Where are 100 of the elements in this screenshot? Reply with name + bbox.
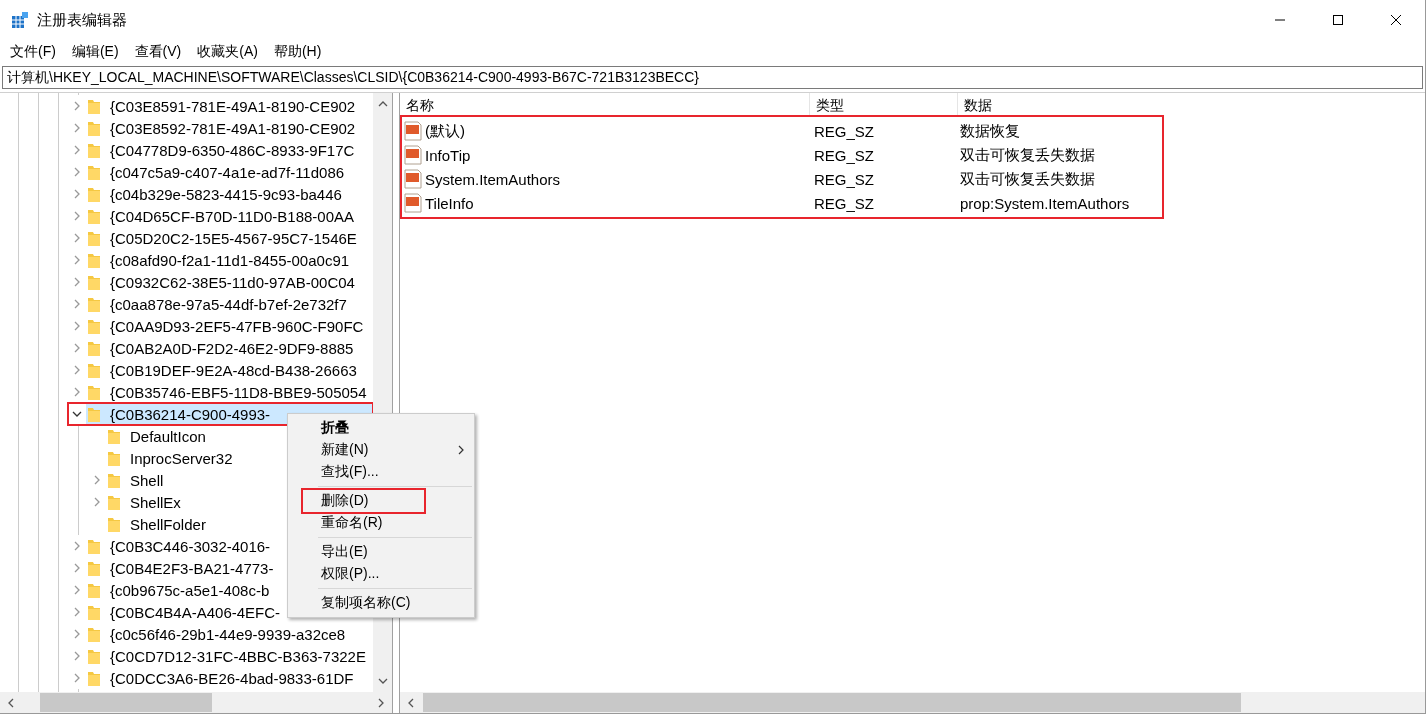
value-name[interactable]: (默认) xyxy=(425,121,465,141)
scroll-up-icon[interactable] xyxy=(377,101,388,107)
tree-item[interactable]: {c047c5a9-c407-4a1e-ad7f-11d086 xyxy=(110,163,345,181)
tree-item[interactable]: {C04D65CF-B70D-11D0-B188-00AA xyxy=(110,207,354,225)
tree-item[interactable]: {C0AB2A0D-F2D2-46E2-9DF9-8885 xyxy=(110,339,354,357)
expand-icon[interactable] xyxy=(73,629,81,639)
expand-icon[interactable] xyxy=(73,607,81,617)
tree-item[interactable]: {C0B4E2F3-BA21-4773- xyxy=(110,559,274,577)
menu-item[interactable]: 查看(V) xyxy=(126,43,190,61)
tree-item[interactable]: {C0AA9D93-2EF5-47FB-960C-F90FC xyxy=(110,317,364,335)
value-type: REG_SZ xyxy=(814,146,875,164)
expand-icon[interactable] xyxy=(73,387,81,397)
menu-item[interactable]: 新建(N) xyxy=(321,439,369,461)
scroll-right-icon[interactable] xyxy=(378,697,384,708)
menu-item[interactable]: 编辑(E) xyxy=(63,43,127,61)
scroll-thumb[interactable] xyxy=(423,693,1241,712)
menu-item[interactable]: 重命名(R) xyxy=(321,512,383,534)
column-header[interactable]: 数据 xyxy=(958,93,1425,117)
menu-item[interactable]: 导出(E) xyxy=(321,541,368,563)
folder-icon xyxy=(87,339,101,357)
value-name[interactable]: InfoTip xyxy=(425,146,471,164)
folder-icon xyxy=(87,185,101,203)
scroll-thumb[interactable] xyxy=(40,693,212,712)
expand-icon[interactable] xyxy=(73,299,81,309)
column-header[interactable]: 名称 xyxy=(400,93,810,117)
tree-item[interactable]: DefaultIcon xyxy=(130,427,206,445)
expand-icon[interactable] xyxy=(73,189,81,199)
folder-icon xyxy=(87,361,101,379)
expand-icon[interactable] xyxy=(93,497,101,507)
tree-item[interactable]: {c0b9675c-a5e1-408c-b xyxy=(110,581,270,599)
value-name[interactable]: System.ItemAuthors xyxy=(425,170,561,188)
menu-item[interactable]: 删除(D) xyxy=(303,490,425,512)
value-data: prop:System.ItemAuthors xyxy=(960,194,1131,212)
folder-icon xyxy=(87,97,101,115)
expand-icon[interactable] xyxy=(73,321,81,331)
folder-icon xyxy=(107,449,121,467)
folder-icon xyxy=(87,669,101,687)
expand-icon[interactable] xyxy=(73,167,81,177)
expand-icon[interactable] xyxy=(73,123,81,133)
expand-icon[interactable] xyxy=(73,145,81,155)
close-icon xyxy=(1390,14,1402,26)
folder-icon xyxy=(87,119,101,137)
folder-icon xyxy=(107,515,121,533)
tree-item[interactable]: {C0B35746-EBF5-11D8-BBE9-505054 xyxy=(110,383,367,401)
expand-icon[interactable] xyxy=(73,277,81,287)
tree-item[interactable]: Shell xyxy=(130,471,164,489)
tree-item[interactable]: {C03E8591-781E-49A1-8190-CE902 xyxy=(110,97,356,115)
tree-item[interactable]: {c04b329e-5823-4415-9c93-ba446 xyxy=(110,185,342,203)
expand-icon[interactable] xyxy=(73,651,81,661)
expand-icon[interactable] xyxy=(73,585,81,595)
expand-icon[interactable] xyxy=(73,365,81,375)
expand-icon[interactable] xyxy=(93,475,101,485)
expand-icon[interactable] xyxy=(73,255,81,265)
tree-item[interactable]: {C0B3C446-3032-4016- xyxy=(110,537,271,555)
folder-icon xyxy=(107,427,121,445)
scroll-left-icon[interactable] xyxy=(408,697,414,708)
scroll-left-icon[interactable] xyxy=(8,697,14,708)
tree-item[interactable]: {C0B19DEF-9E2A-48cd-B438-26663 xyxy=(110,361,357,379)
menu-item[interactable]: 折叠 xyxy=(321,417,349,439)
tree-item[interactable]: {C03E8592-781E-49A1-8190-CE902 xyxy=(110,119,356,137)
string-value-icon xyxy=(404,121,422,141)
tree-item[interactable]: {C04778D9-6350-486C-8933-9F17C xyxy=(110,141,355,159)
column-header[interactable]: 类型 xyxy=(810,93,958,117)
scroll-down-icon[interactable] xyxy=(377,678,388,684)
menu-item[interactable]: 权限(P)... xyxy=(321,563,380,585)
tree-item[interactable]: {C0932C62-38E5-11d0-97AB-00C04 xyxy=(110,273,355,291)
expand-icon[interactable] xyxy=(73,101,81,111)
folder-icon xyxy=(87,141,101,159)
collapse-icon[interactable] xyxy=(72,410,82,418)
menu-item[interactable]: 文件(F) xyxy=(2,43,64,61)
folder-icon xyxy=(87,251,101,269)
expand-icon[interactable] xyxy=(73,233,81,243)
menu-item[interactable]: 复制项名称(C) xyxy=(321,592,411,614)
tree-item[interactable]: {C0CD7D12-31FC-4BBC-B363-7322E xyxy=(110,647,366,665)
tree-item[interactable]: {C0BC4B4A-A406-4EFC- xyxy=(110,603,281,621)
expand-icon[interactable] xyxy=(73,211,81,221)
address-field[interactable]: 计算机\HKEY_LOCAL_MACHINE\SOFTWARE\Classes\CLSID\{C0B36214-C900-4993-B67C-721B3123BECC} xyxy=(2,66,1423,89)
value-name[interactable]: TileInfo xyxy=(425,194,474,212)
menu-item[interactable]: 查找(F)... xyxy=(321,461,379,483)
expand-icon[interactable] xyxy=(73,343,81,353)
value-data: 双击可恢复丢失数据 xyxy=(960,145,1096,165)
value-type: REG_SZ xyxy=(814,194,875,212)
folder-icon xyxy=(87,317,101,335)
menu-item[interactable]: 帮助(H) xyxy=(265,43,330,61)
tree-item[interactable]: InprocServer32 xyxy=(130,449,233,467)
tree-item[interactable]: {C0DCC3A6-BE26-4bad-9833-61DF xyxy=(110,669,354,687)
tree-item[interactable]: ShellFolder xyxy=(130,515,206,533)
expand-icon[interactable] xyxy=(73,541,81,551)
tree-item[interactable]: {c08afd90-f2a1-11d1-8455-00a0c91 xyxy=(110,251,350,269)
horizontal-scrollbar[interactable] xyxy=(400,692,1425,713)
expand-icon[interactable] xyxy=(73,673,81,683)
tree-item[interactable]: {c0aa878e-97a5-44df-b7ef-2e732f7 xyxy=(110,295,347,313)
folder-icon xyxy=(87,207,101,225)
menu-item[interactable]: 收藏夹(A) xyxy=(189,43,266,61)
expand-icon[interactable] xyxy=(73,563,81,573)
folder-icon xyxy=(87,603,101,621)
tree-item[interactable]: {c0c56f46-29b1-44e9-9939-a32ce8 xyxy=(110,625,346,643)
horizontal-scrollbar[interactable] xyxy=(0,692,392,713)
tree-item[interactable]: ShellEx xyxy=(130,493,181,511)
tree-item[interactable]: {C05D20C2-15E5-4567-95C7-1546E xyxy=(110,229,357,247)
